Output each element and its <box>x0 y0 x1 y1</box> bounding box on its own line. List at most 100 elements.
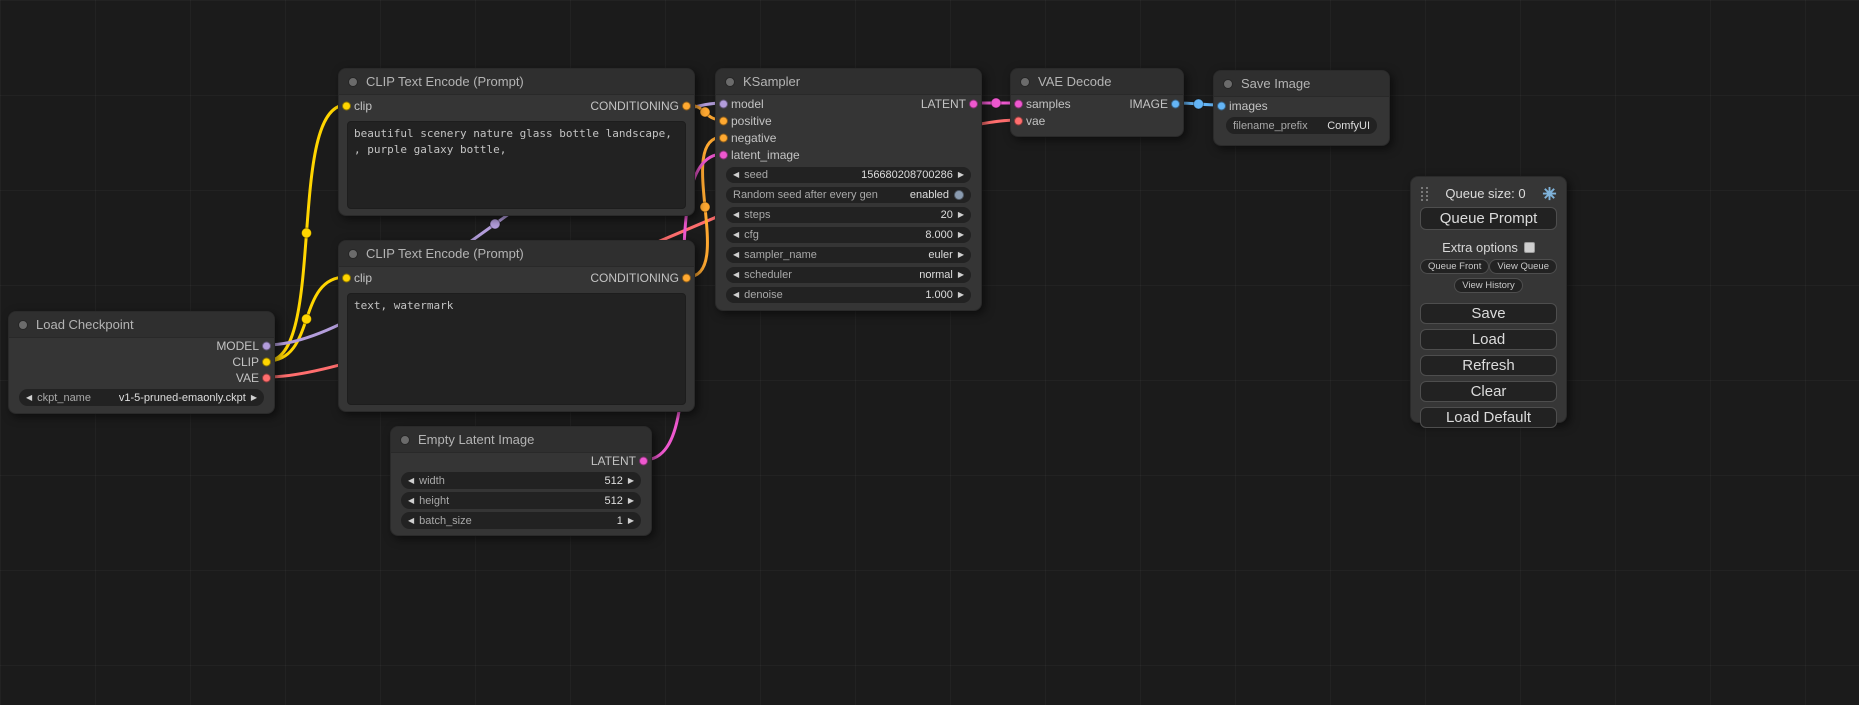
queue-prompt-button[interactable]: Queue Prompt <box>1420 207 1557 230</box>
decrement-arrow-icon[interactable]: ◀ <box>733 211 739 219</box>
input-port-images[interactable] <box>1217 101 1226 110</box>
link-midpoint-dot[interactable] <box>1194 99 1204 109</box>
collapse-dot-icon[interactable] <box>1223 79 1233 89</box>
node-clip-text-encode-negative[interactable]: CLIP Text Encode (Prompt) clip CONDITION… <box>338 240 695 412</box>
widget-cfg[interactable]: ◀ cfg 8.000 ▶ <box>726 227 971 243</box>
widget-seed[interactable]: ◀ seed 156680208700286 ▶ <box>726 167 971 183</box>
output-label-clip: CLIP <box>232 355 259 369</box>
increment-arrow-icon[interactable]: ▶ <box>958 291 964 299</box>
output-port-model[interactable] <box>262 342 271 351</box>
node-load-checkpoint[interactable]: Load Checkpoint MODEL CLIP VAE ◀ ckpt_na… <box>8 311 275 414</box>
node-title-bar[interactable]: Load Checkpoint <box>9 312 274 338</box>
toggle-knob-icon[interactable] <box>954 190 964 200</box>
node-title-bar[interactable]: VAE Decode <box>1011 69 1183 95</box>
widget-value: 512 <box>604 495 622 507</box>
output-port-image[interactable] <box>1171 99 1180 108</box>
decrement-arrow-icon[interactable]: ◀ <box>733 251 739 259</box>
increment-arrow-icon[interactable]: ▶ <box>958 231 964 239</box>
widget-ckpt-name[interactable]: ◀ ckpt_name v1-5-pruned-emaonly.ckpt ▶ <box>19 389 264 406</box>
output-port-latent[interactable] <box>639 457 648 466</box>
output-port-latent[interactable] <box>969 99 978 108</box>
decrement-arrow-icon[interactable]: ◀ <box>408 477 414 485</box>
output-port-clip[interactable] <box>262 358 271 367</box>
collapse-dot-icon[interactable] <box>400 435 410 445</box>
collapse-dot-icon[interactable] <box>1020 77 1030 87</box>
increment-arrow-icon[interactable]: ▶ <box>958 211 964 219</box>
node-save-image[interactable]: Save Image images filename_prefix ComfyU… <box>1213 70 1390 146</box>
widget-steps[interactable]: ◀ steps 20 ▶ <box>726 207 971 223</box>
widget-value: 512 <box>604 475 622 487</box>
clear-button[interactable]: Clear <box>1420 381 1557 402</box>
node-title-bar[interactable]: CLIP Text Encode (Prompt) <box>339 69 694 95</box>
collapse-dot-icon[interactable] <box>348 249 358 259</box>
link-midpoint-dot[interactable] <box>302 228 312 238</box>
output-port-conditioning[interactable] <box>682 102 691 111</box>
prompt-text-input[interactable]: beautiful scenery nature glass bottle la… <box>347 121 686 209</box>
increment-arrow-icon[interactable]: ▶ <box>628 477 634 485</box>
widget-height[interactable]: ◀ height 512 ▶ <box>401 492 641 509</box>
output-port-conditioning[interactable] <box>682 274 691 283</box>
widget-width[interactable]: ◀ width 512 ▶ <box>401 472 641 489</box>
increment-arrow-icon[interactable]: ▶ <box>628 517 634 525</box>
widget-denoise[interactable]: ◀ denoise 1.000 ▶ <box>726 287 971 303</box>
increment-arrow-icon[interactable]: ▶ <box>958 271 964 279</box>
input-port-clip[interactable] <box>342 102 351 111</box>
increment-arrow-icon[interactable]: ▶ <box>958 251 964 259</box>
decrement-arrow-icon[interactable]: ◀ <box>733 291 739 299</box>
link-midpoint-dot[interactable] <box>700 107 710 117</box>
queue-front-button[interactable]: Queue Front <box>1420 259 1489 274</box>
load-button[interactable]: Load <box>1420 329 1557 350</box>
decrement-arrow-icon[interactable]: ◀ <box>733 171 739 179</box>
input-port-clip[interactable] <box>342 274 351 283</box>
settings-gear-icon[interactable] <box>1542 186 1557 201</box>
decrement-arrow-icon[interactable]: ◀ <box>733 231 739 239</box>
widget-filename-prefix[interactable]: filename_prefix ComfyUI <box>1226 117 1377 134</box>
collapse-dot-icon[interactable] <box>725 77 735 87</box>
drag-handle-icon[interactable] <box>1420 186 1429 201</box>
widget-sampler-name[interactable]: ◀ sampler_name euler ▶ <box>726 247 971 263</box>
node-title-bar[interactable]: KSampler <box>716 69 981 95</box>
widget-random-seed-toggle[interactable]: Random seed after every gen enabled <box>726 187 971 203</box>
input-port-positive[interactable] <box>719 116 728 125</box>
node-title-bar[interactable]: CLIP Text Encode (Prompt) <box>339 241 694 267</box>
node-title-bar[interactable]: Save Image <box>1214 71 1389 97</box>
input-port-latent-image[interactable] <box>719 150 728 159</box>
collapse-dot-icon[interactable] <box>18 320 28 330</box>
extra-options-checkbox[interactable] <box>1524 242 1535 253</box>
link-midpoint-dot[interactable] <box>490 219 500 229</box>
link-midpoint-dot[interactable] <box>991 98 1001 108</box>
input-port-samples[interactable] <box>1014 99 1023 108</box>
view-history-button[interactable]: View History <box>1454 278 1523 293</box>
input-port-model[interactable] <box>719 99 728 108</box>
row-model-latent: model LATENT <box>716 95 981 112</box>
widget-scheduler[interactable]: ◀ scheduler normal ▶ <box>726 267 971 283</box>
save-button[interactable]: Save <box>1420 303 1557 324</box>
widget-name: filename_prefix <box>1233 120 1308 132</box>
widget-value: 1 <box>617 515 623 527</box>
node-empty-latent-image[interactable]: Empty Latent Image LATENT ◀ width 512 ▶ … <box>390 426 652 536</box>
decrement-arrow-icon[interactable]: ◀ <box>408 517 414 525</box>
prompt-text-input[interactable]: text, watermark <box>347 293 686 405</box>
increment-arrow-icon[interactable]: ▶ <box>251 394 257 402</box>
increment-arrow-icon[interactable]: ▶ <box>628 497 634 505</box>
link-midpoint-dot[interactable] <box>302 314 312 324</box>
increment-arrow-icon[interactable]: ▶ <box>958 171 964 179</box>
decrement-arrow-icon[interactable]: ◀ <box>408 497 414 505</box>
decrement-arrow-icon[interactable]: ◀ <box>733 271 739 279</box>
decrement-arrow-icon[interactable]: ◀ <box>26 394 32 402</box>
node-title-bar[interactable]: Empty Latent Image <box>391 427 651 453</box>
widget-batch-size[interactable]: ◀ batch_size 1 ▶ <box>401 512 641 529</box>
node-vae-decode[interactable]: VAE Decode samples IMAGE vae <box>1010 68 1184 137</box>
output-port-vae[interactable] <box>262 374 271 383</box>
input-port-negative[interactable] <box>719 133 728 142</box>
refresh-button[interactable]: Refresh <box>1420 355 1557 376</box>
collapse-dot-icon[interactable] <box>348 77 358 87</box>
load-default-button[interactable]: Load Default <box>1420 407 1557 428</box>
link-midpoint-dot[interactable] <box>700 202 710 212</box>
view-queue-button[interactable]: View Queue <box>1489 259 1557 274</box>
node-ksampler[interactable]: KSampler model LATENT positive negative … <box>715 68 982 311</box>
widget-value: normal <box>919 269 953 281</box>
widget-value: enabled <box>910 189 949 201</box>
node-clip-text-encode-positive[interactable]: CLIP Text Encode (Prompt) clip CONDITION… <box>338 68 695 216</box>
input-port-vae[interactable] <box>1014 116 1023 125</box>
